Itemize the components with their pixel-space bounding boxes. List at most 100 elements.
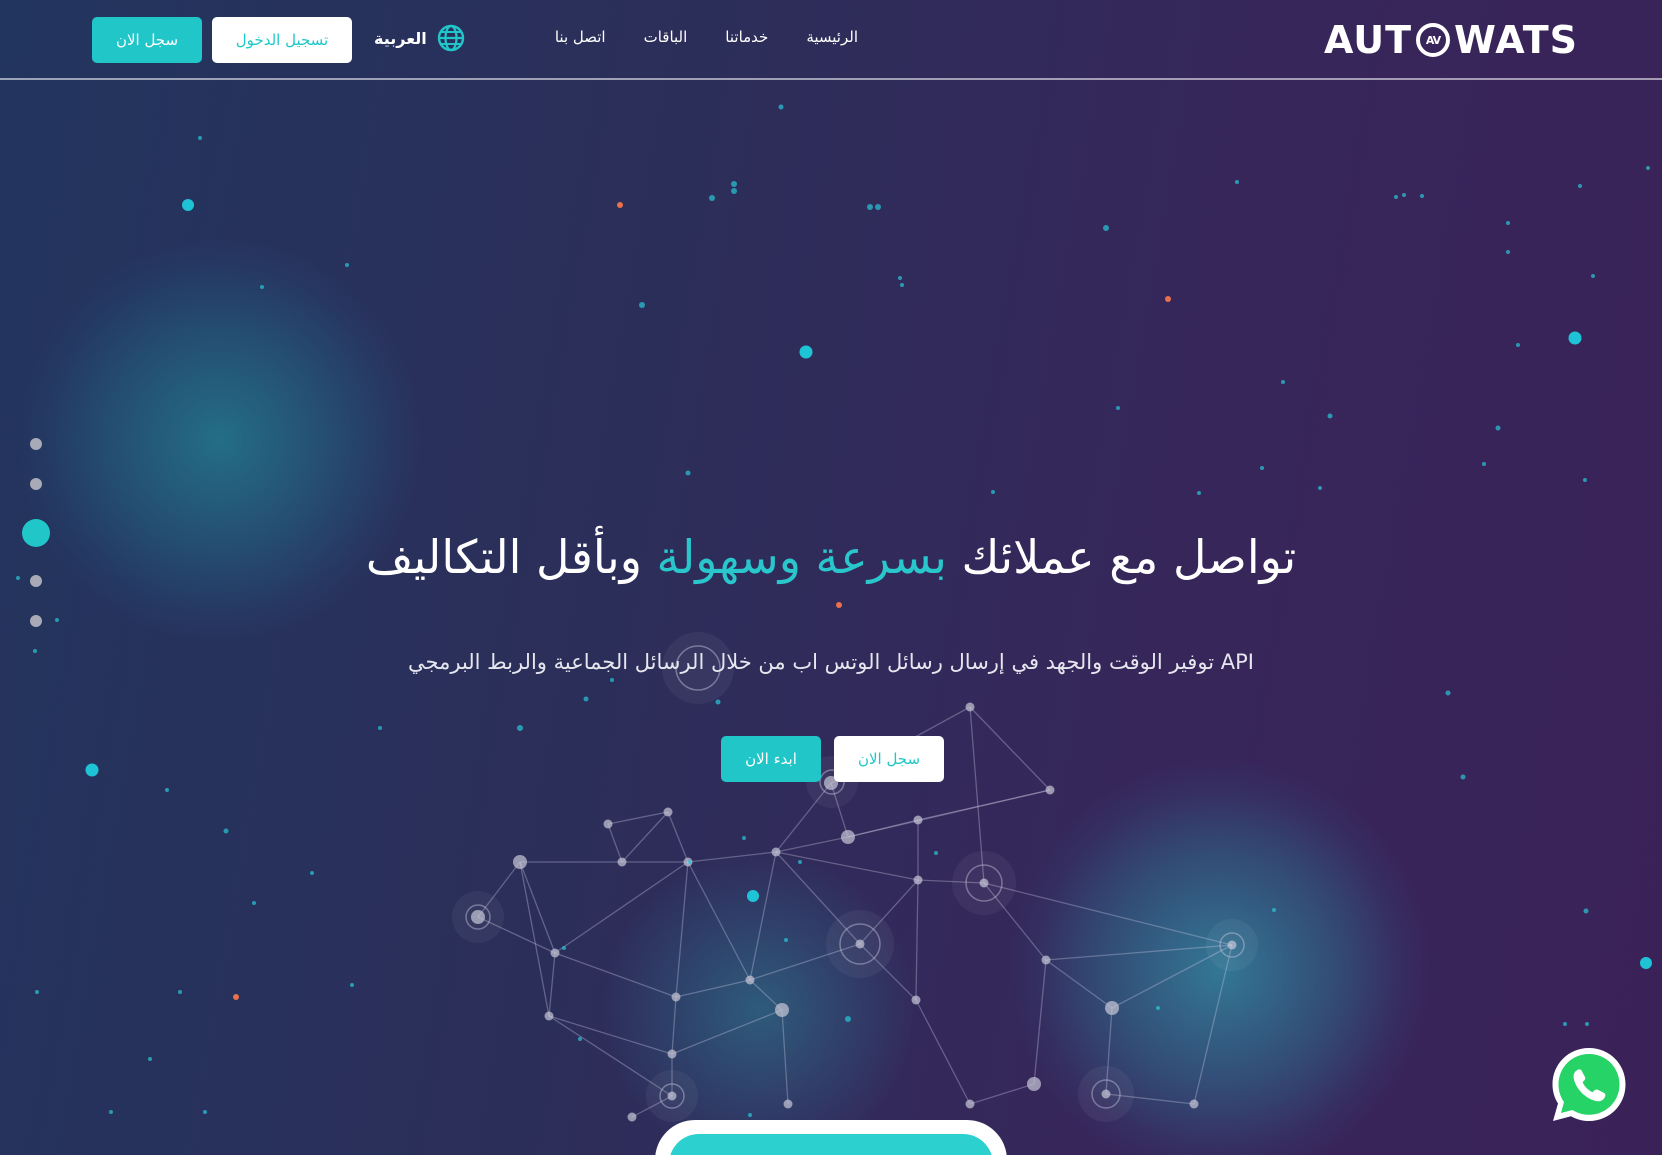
- particle-dot: [583, 696, 589, 702]
- particle-dot: [1420, 194, 1424, 198]
- network-line: [671, 1009, 783, 1055]
- particle-dot: [350, 983, 354, 987]
- language-selector[interactable]: العربية: [374, 24, 465, 52]
- particle-dot: [1585, 1022, 1589, 1026]
- particle-dot: [731, 181, 737, 187]
- particle-dot: [1583, 908, 1589, 914]
- slide-dot[interactable]: [30, 438, 42, 450]
- particle-dot: [688, 860, 692, 864]
- particle-dot-orange: [233, 994, 239, 1000]
- slide-dot[interactable]: [30, 478, 42, 490]
- network-line: [749, 851, 777, 981]
- particle-dot: [1116, 406, 1120, 410]
- particle-dot: [1495, 425, 1501, 431]
- network-line: [675, 861, 689, 998]
- particle-dot: [182, 199, 194, 211]
- network-line: [554, 861, 689, 954]
- network-node: [1227, 940, 1237, 950]
- particle-dot: [1646, 166, 1650, 170]
- network-node: [771, 847, 781, 857]
- network-node: [775, 1003, 789, 1017]
- particle-dot: [748, 1113, 752, 1117]
- particle-dot: [1402, 193, 1406, 197]
- network-line: [687, 851, 777, 863]
- particle-dot: [1506, 221, 1510, 225]
- particle-dot: [345, 263, 349, 267]
- network-line: [781, 1009, 789, 1105]
- network-node: [841, 830, 855, 844]
- particle-dot: [799, 345, 813, 359]
- register-now-header-button[interactable]: سجل الان: [92, 17, 202, 63]
- particle-dot: [378, 726, 382, 730]
- particle-dot: [1327, 413, 1333, 419]
- particle-dot: [35, 990, 39, 994]
- particle-dot: [898, 276, 902, 280]
- particle-dot: [1591, 274, 1595, 278]
- network-node: [544, 1011, 554, 1021]
- network-node: [663, 807, 673, 817]
- nav-contact[interactable]: اتصل بنا: [555, 28, 606, 52]
- network-node: [965, 1099, 975, 1109]
- particle-dot: [223, 828, 229, 834]
- particle-dot: [1318, 486, 1322, 490]
- nav-packages[interactable]: الباقات: [644, 28, 688, 52]
- logo-mark-text: AV: [1425, 33, 1441, 47]
- particle-dot: [778, 104, 784, 110]
- particle-dot: [1578, 184, 1582, 188]
- particle-dot: [252, 901, 256, 905]
- network-node: [1041, 955, 1051, 965]
- network-node: [513, 855, 527, 869]
- hero-title-accent: بسرعة وسهولة: [656, 530, 947, 584]
- network-line: [671, 996, 677, 1055]
- hero-title-part2: وبأقل التكاليف: [365, 530, 642, 584]
- nav-home[interactable]: الرئيسية: [806, 28, 858, 52]
- logo-mark-icon: AV: [1416, 23, 1451, 57]
- login-button[interactable]: تسجيل الدخول: [212, 17, 352, 63]
- particle-dot: [1394, 195, 1398, 199]
- particle-dot: [685, 470, 691, 476]
- particle-dot: [798, 860, 802, 864]
- network-node: [667, 1049, 677, 1059]
- network-node: [667, 1091, 677, 1101]
- network-line: [548, 952, 556, 1017]
- register-now-hero-button[interactable]: سجل الان: [834, 736, 944, 782]
- particle-dot: [1272, 908, 1276, 912]
- particle-dot: [310, 871, 314, 875]
- particle-dot: [1568, 331, 1582, 345]
- network-node: [1045, 785, 1055, 795]
- particle-dot: [784, 938, 788, 942]
- nav-services[interactable]: خدماتنا: [725, 28, 768, 52]
- particle-dot: [260, 285, 264, 289]
- globe-icon: [437, 24, 464, 52]
- particle-dot: [85, 763, 99, 777]
- slide-dot[interactable]: [30, 615, 42, 627]
- particle-dot: [562, 946, 566, 950]
- particle-dot: [1640, 957, 1652, 969]
- network-node: [783, 1099, 793, 1109]
- particle-dot: [517, 725, 523, 731]
- network-line: [915, 999, 971, 1105]
- particle-dot: [867, 204, 873, 210]
- particle-dot: [991, 490, 995, 494]
- particle-dot: [709, 195, 715, 201]
- particle-dot: [1281, 380, 1285, 384]
- particle-dot: [934, 851, 938, 855]
- site-header: AUT AV WATS الرئيسية خدماتنا الباقات اتص…: [0, 0, 1662, 80]
- particle-dot: [578, 1037, 582, 1041]
- logo-text-right: WATS: [1454, 18, 1578, 62]
- particle-dot: [639, 302, 645, 308]
- particle-dot: [715, 699, 721, 705]
- particle-dot: [1445, 690, 1451, 696]
- hero-title-part1: تواصل مع عملائك: [961, 530, 1297, 584]
- autowats-logo[interactable]: AUT AV WATS: [1324, 18, 1578, 62]
- network-node: [617, 857, 627, 867]
- network-line: [667, 811, 689, 863]
- start-now-button[interactable]: ابدء الان: [721, 736, 821, 782]
- network-node: [671, 992, 681, 1002]
- phone-screen: [669, 1134, 993, 1155]
- network-node: [550, 948, 560, 958]
- network-node: [911, 995, 921, 1005]
- particle-dot: [1563, 1022, 1567, 1026]
- whatsapp-icon[interactable]: [1548, 1044, 1630, 1126]
- network-line: [687, 861, 751, 981]
